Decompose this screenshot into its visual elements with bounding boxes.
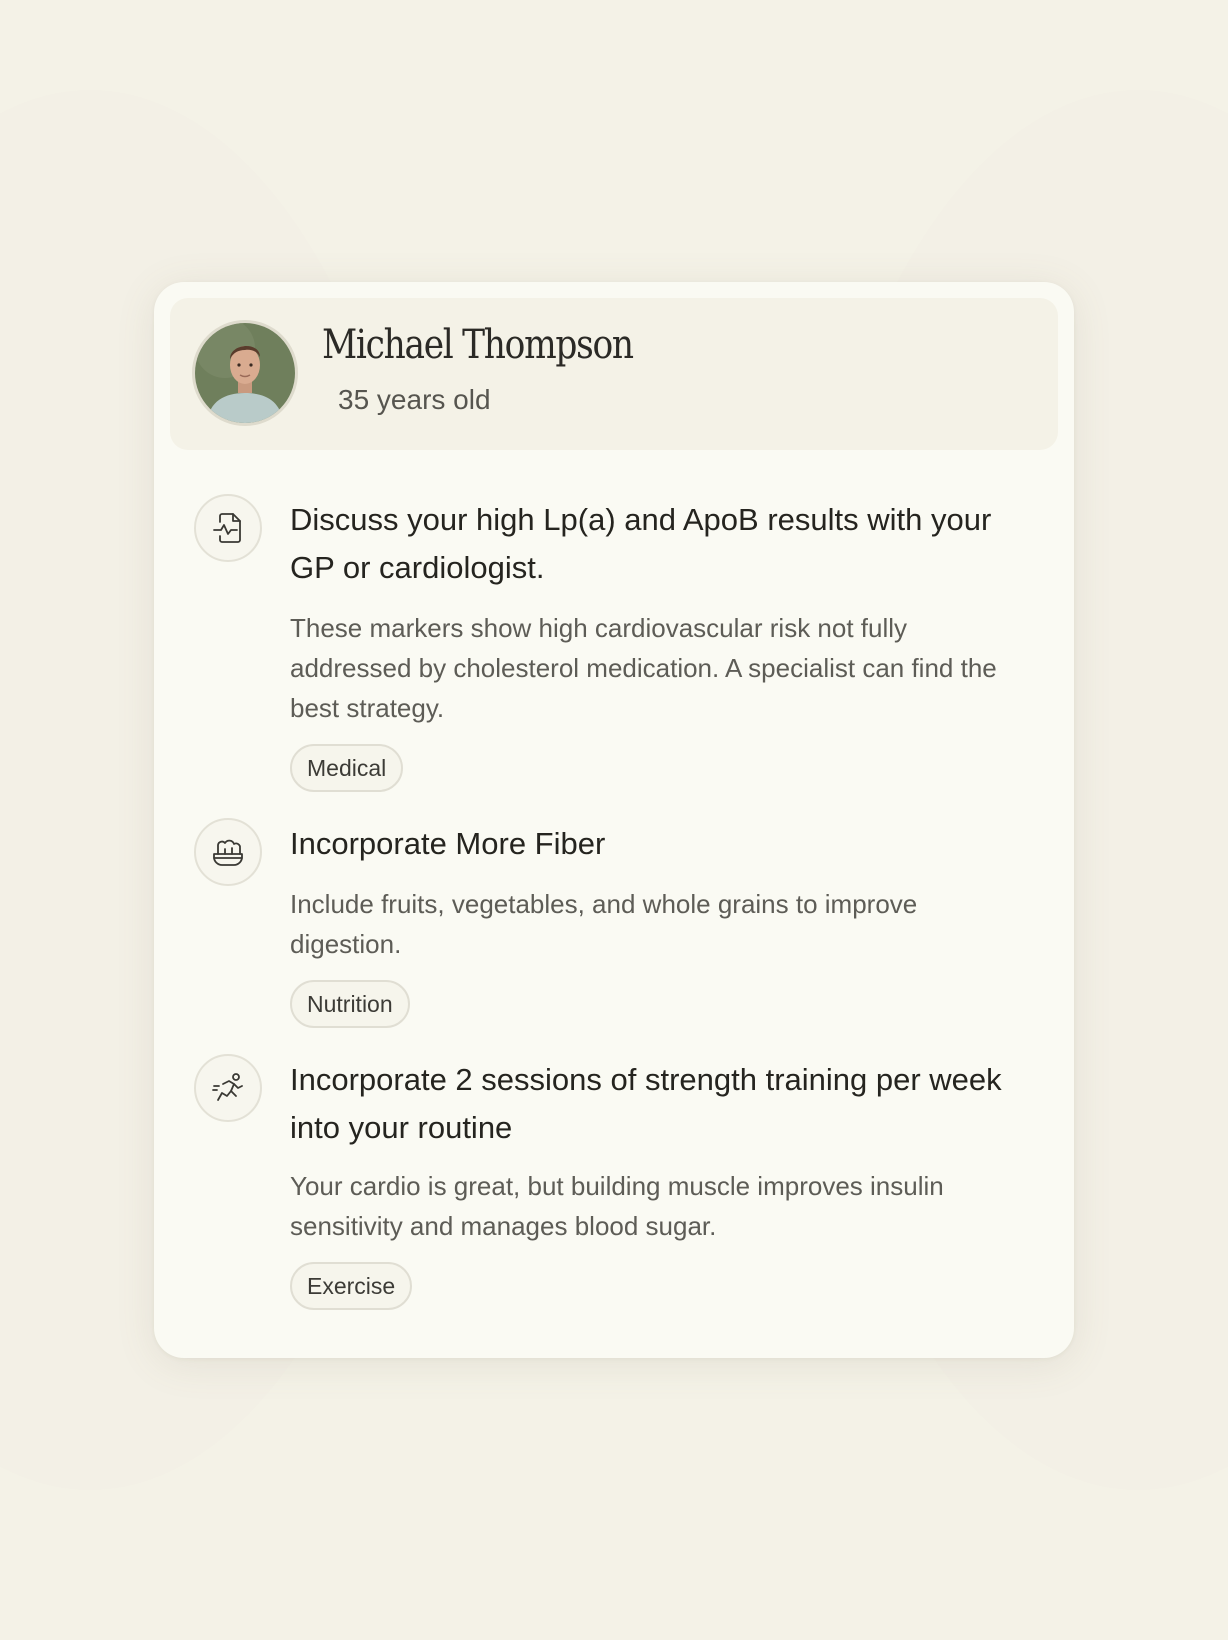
heart-monitor-document-icon [194,494,262,562]
recommendation-description: Your cardio is great, but building muscl… [290,1171,944,1241]
salad-bowl-icon [194,818,262,886]
avatar [192,320,298,426]
profile-name: Michael Thompson [322,322,634,368]
recommendations-card: Michael Thompson 35 years old Discuss yo… [154,282,1074,1358]
category-tag-exercise[interactable]: Exercise [290,1262,413,1310]
category-tag-nutrition[interactable]: Nutrition [290,980,410,1028]
recommendation-item: Discuss your high Lp(a) and ApoB results… [194,494,1034,794]
profile-header: Michael Thompson 35 years old [170,298,1058,450]
recommendation-item: Incorporate 2 sessions of strength train… [194,1054,1034,1324]
recommendation-title: Incorporate More Fiber [290,826,606,861]
recommendation-description: These markers show high cardiovascular r… [290,613,997,723]
recommendation-title: Incorporate 2 sessions of strength train… [290,1062,1002,1145]
recommendation-title: Discuss your high Lp(a) and ApoB results… [290,502,992,585]
recommendation-description: Include fruits, vegetables, and whole gr… [290,889,918,959]
avatar-photo [195,323,295,423]
recommendation-item: Incorporate More Fiber Include fruits, v… [194,818,1034,1028]
profile-age: 35 years old [338,384,491,415]
running-person-icon [194,1054,262,1122]
category-tag-medical[interactable]: Medical [290,744,404,792]
